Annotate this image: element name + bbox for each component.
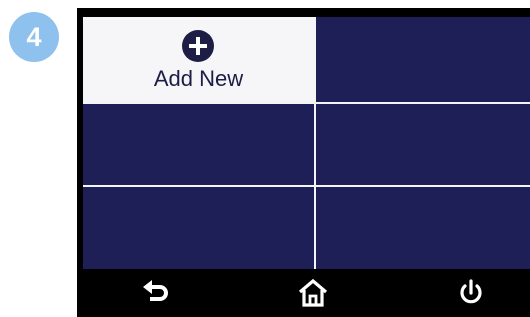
tile-add-new[interactable]: Add New xyxy=(83,17,314,102)
back-button[interactable] xyxy=(141,278,175,308)
home-icon xyxy=(298,278,328,307)
tile-empty[interactable] xyxy=(316,187,530,269)
tile-empty[interactable] xyxy=(83,104,314,185)
home-button[interactable] xyxy=(296,278,330,308)
power-button[interactable] xyxy=(454,278,488,308)
tile-empty[interactable] xyxy=(83,187,314,269)
step-number-badge: 4 xyxy=(9,12,59,62)
power-icon xyxy=(460,279,482,304)
tile-empty[interactable] xyxy=(316,17,530,102)
plus-circle-icon xyxy=(182,30,214,62)
tile-label: Add New xyxy=(153,66,244,91)
tile-empty[interactable] xyxy=(316,104,530,185)
tile-grid: Add New xyxy=(83,17,530,269)
back-arrow-icon xyxy=(143,280,168,301)
